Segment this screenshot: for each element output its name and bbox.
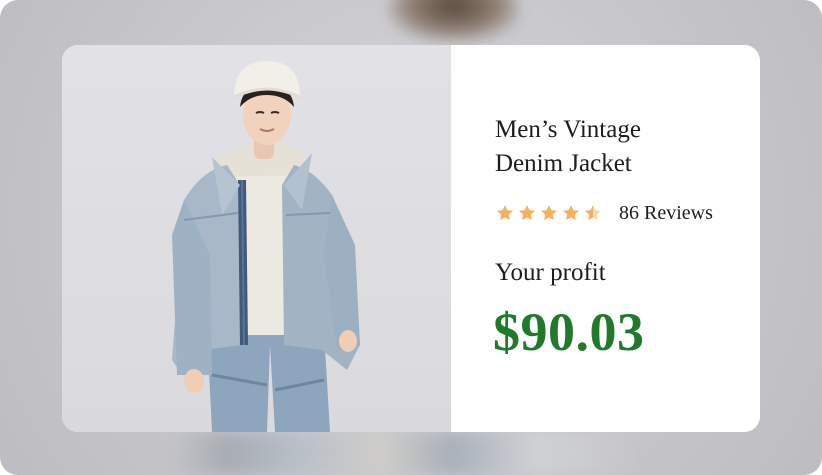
rating-row: 86 Reviews: [495, 201, 713, 225]
product-info-panel: Men’s Vintage Denim Jacket 86 Reviews Yo…: [451, 45, 760, 432]
star-full-icon: [541, 205, 557, 221]
product-card[interactable]: Men’s Vintage Denim Jacket 86 Reviews Yo…: [62, 45, 760, 432]
reviews-count[interactable]: 86 Reviews: [619, 202, 713, 225]
product-title-line-1: Men’s Vintage: [495, 116, 641, 143]
model-in-denim-jacket-illustration: [172, 61, 360, 432]
star-half-icon: [585, 205, 601, 221]
star-rating: [495, 203, 603, 223]
product-title[interactable]: Men’s Vintage Denim Jacket: [495, 113, 745, 181]
star-full-icon: [563, 205, 579, 221]
backdrop-blur-head: [388, 0, 520, 42]
profit-label: Your profit: [495, 259, 606, 286]
profit-value: $90.03: [493, 302, 645, 362]
star-full-icon: [519, 205, 535, 221]
product-title-line-2: Denim Jacket: [495, 150, 632, 177]
star-full-icon: [497, 205, 513, 221]
product-photo: [62, 45, 451, 432]
backdrop-blur-legs: [170, 432, 640, 475]
